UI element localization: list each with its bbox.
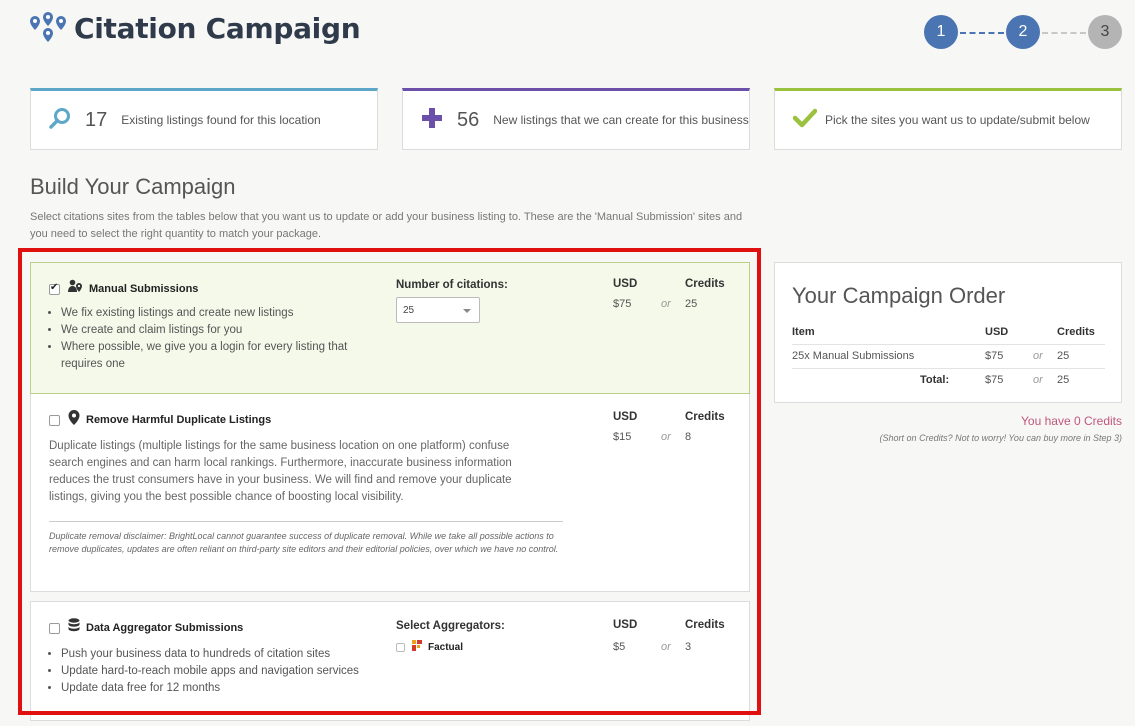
data-aggregator-package[interactable]: Data Aggregator Submissions Push your bu… xyxy=(30,601,750,721)
existing-listings-card: 17 Existing listings found for this loca… xyxy=(30,88,378,150)
usd-label: USD xyxy=(613,278,638,290)
step-connector xyxy=(1042,32,1086,34)
step-2[interactable]: 2 xyxy=(1006,15,1040,49)
location-pins-logo-icon xyxy=(28,12,68,48)
list-item: Update data free for 12 months xyxy=(61,680,391,697)
search-icon xyxy=(49,107,71,134)
duplicate-listings-description: Duplicate listings (multiple listings fo… xyxy=(49,440,512,503)
manual-submissions-features: We fix existing listings and create new … xyxy=(61,305,391,373)
item-column-header: Item xyxy=(792,326,815,338)
database-icon xyxy=(68,618,80,638)
aggregator-usd-price: $5 xyxy=(613,641,626,653)
step-3[interactable]: 3 xyxy=(1088,15,1122,49)
manual-usd-price: $75 xyxy=(613,298,632,310)
credits-label: Credits xyxy=(685,278,725,290)
data-aggregator-title: Data Aggregator Submissions xyxy=(86,622,244,634)
factual-logo-icon xyxy=(412,640,422,654)
duplicate-listings-package[interactable]: Remove Harmful Duplicate Listings Duplic… xyxy=(30,394,750,592)
citations-label: Number of citations: xyxy=(396,279,508,291)
manual-submissions-checkbox[interactable] xyxy=(49,282,60,295)
aggregators-label: Select Aggregators: xyxy=(396,620,505,632)
page-title: Citation Campaign xyxy=(74,12,361,45)
citations-select-value: 25 xyxy=(403,305,415,316)
step-1[interactable]: 1 xyxy=(924,15,958,49)
or-label: or xyxy=(1033,350,1043,362)
or-label: or xyxy=(661,298,671,310)
credits-label: Credits xyxy=(685,619,725,631)
credits-balance: You have 0 Credits xyxy=(1021,414,1122,428)
order-table-header: Item USD Credits xyxy=(792,321,1105,345)
duplicate-removal-disclaimer: Duplicate removal disclaimer: BrightLoca… xyxy=(49,531,559,554)
order-item-credits: 25 xyxy=(1057,350,1070,362)
or-label: or xyxy=(1033,374,1043,386)
order-total-row: Total: $75 or 25 xyxy=(792,369,1105,393)
order-table: Item USD Credits 25x Manual Submissions … xyxy=(792,321,1105,393)
map-pin-icon xyxy=(68,410,80,430)
pick-sites-text: Pick the sites you want us to update/sub… xyxy=(825,113,1090,127)
new-listings-card: 56 New listings that we can create for t… xyxy=(402,88,750,150)
or-label: or xyxy=(661,641,671,653)
duplicate-listings-title: Remove Harmful Duplicate Listings xyxy=(86,414,272,426)
credits-column-header: Credits xyxy=(1057,326,1095,338)
citations-select[interactable]: 25 xyxy=(396,297,480,323)
plus-icon xyxy=(421,107,443,134)
campaign-order-title: Your Campaign Order xyxy=(792,283,1006,308)
total-usd: $75 xyxy=(985,374,1004,386)
credits-note: (Short on Credits? Not to worry! You can… xyxy=(879,433,1122,443)
campaign-order-panel: Your Campaign Order Item USD Credits 25x… xyxy=(774,262,1122,403)
step-connector xyxy=(960,32,1004,34)
factual-option[interactable]: Factual xyxy=(396,640,463,654)
or-label: or xyxy=(661,431,671,443)
duplicate-listings-checkbox[interactable] xyxy=(49,414,60,426)
new-listings-text: New listings that we can create for this… xyxy=(493,113,749,127)
list-item: Update hard-to-reach mobile apps and nav… xyxy=(61,663,391,680)
person-pin-icon xyxy=(68,279,83,299)
manual-credits-price: 25 xyxy=(685,298,698,310)
total-credits: 25 xyxy=(1057,374,1070,386)
aggregator-credits-price: 3 xyxy=(685,641,692,653)
existing-listings-text: Existing listings found for this locatio… xyxy=(121,113,321,127)
chevron-down-icon xyxy=(463,309,471,313)
data-aggregator-features: Push your business data to hundreds of c… xyxy=(61,646,391,697)
order-item-usd: $75 xyxy=(985,350,1004,362)
pick-sites-card: Pick the sites you want us to update/sub… xyxy=(774,88,1122,150)
build-campaign-description: Select citations sites from the tables b… xyxy=(30,211,743,240)
manual-submissions-package[interactable]: Manual Submissions We fix existing listi… xyxy=(30,262,750,394)
usd-column-header: USD xyxy=(985,326,1009,338)
table-row: 25x Manual Submissions $75 or 25 xyxy=(792,345,1105,369)
total-label: Total: xyxy=(920,374,950,386)
build-campaign-title: Build Your Campaign xyxy=(30,174,236,199)
factual-label: Factual xyxy=(428,641,464,653)
usd-label: USD xyxy=(613,411,638,423)
check-icon xyxy=(792,108,818,133)
credits-label: Credits xyxy=(685,411,725,423)
data-aggregator-checkbox[interactable] xyxy=(49,622,60,634)
existing-listings-count: 17 xyxy=(85,108,108,131)
duplicates-credits-price: 8 xyxy=(685,431,692,443)
list-item: Where possible, we give you a login for … xyxy=(61,339,391,373)
new-listings-count: 56 xyxy=(457,108,480,131)
factual-checkbox[interactable] xyxy=(396,642,405,652)
progress-stepper: 1 2 3 xyxy=(924,15,1124,51)
duplicates-usd-price: $15 xyxy=(613,431,632,443)
manual-submissions-title: Manual Submissions xyxy=(89,283,199,295)
usd-label: USD xyxy=(613,619,638,631)
divider xyxy=(49,521,563,522)
list-item: We fix existing listings and create new … xyxy=(61,305,391,322)
list-item: Push your business data to hundreds of c… xyxy=(61,646,391,663)
order-item-name: 25x Manual Submissions xyxy=(792,350,915,362)
list-item: We create and claim listings for you xyxy=(61,322,391,339)
